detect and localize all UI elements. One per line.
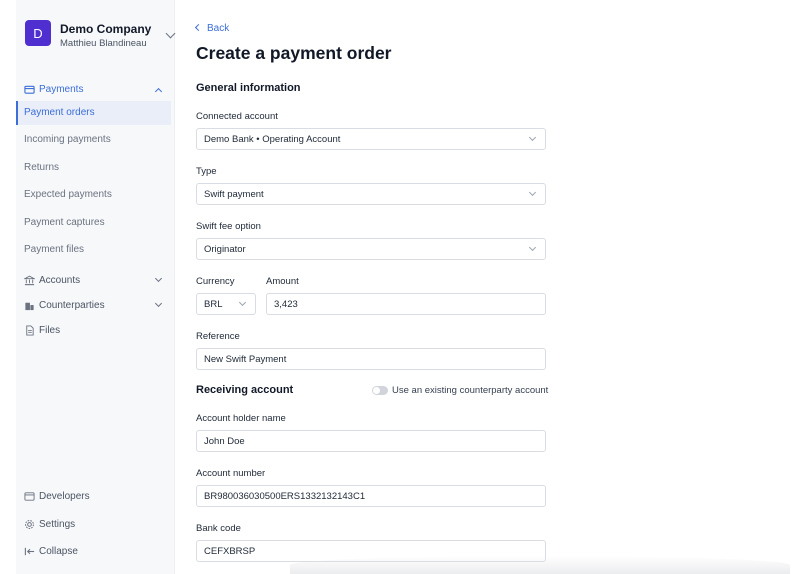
holder-name-value: John Doe [204,436,245,447]
currency-value: BRL [204,299,223,310]
reference-label: Reference [196,331,240,342]
sidebar-group-label: Counterparties [39,300,105,311]
sidebar-item-label: Payment files [24,244,85,255]
swift-fee-value: Originator [204,244,246,255]
amount-value: 3,423 [274,299,298,310]
chevron-left-icon [194,23,203,32]
sidebar-item-label: Returns [24,162,60,173]
toggle-switch[interactable] [372,386,388,395]
payment-order-form: Back Create a payment order General info… [194,0,556,574]
sidebar-group-label: Accounts [39,275,81,286]
sidebar-collapse-button[interactable]: Collapse [16,543,175,563]
sidebar-group-label: Payments [39,84,84,95]
bank-icon [24,275,35,286]
sidebar-item-payment-files[interactable]: Payment files [16,238,171,262]
sidebar-item-label: Payment orders [24,107,95,118]
type-value: Swift payment [204,189,264,200]
file-icon [26,325,34,336]
sidebar-item-payment-captures[interactable]: Payment captures [16,211,171,235]
sidebar-item-expected-payments[interactable]: Expected payments [16,183,171,207]
chevron-down-icon [238,298,247,307]
holder-name-input[interactable]: John Doe [196,430,546,452]
existing-counterparty-toggle[interactable]: Use an existing counterparty account [372,385,548,399]
chevron-down-icon [165,28,176,39]
currency-label: Currency [196,276,235,287]
chevron-down-icon [154,299,163,308]
sidebar-item-returns[interactable]: Returns [16,156,171,180]
building-icon [25,302,34,311]
currency-select[interactable]: BRL [196,293,256,315]
page-title: Create a payment order [196,43,392,63]
chevron-down-icon [154,274,163,283]
amount-label: Amount [266,276,299,287]
sidebar-item-payment-orders[interactable]: Payment orders [16,101,171,125]
holder-label: Account holder name [196,413,286,424]
payments-icon [24,85,35,94]
bank-code-label: Bank code [196,523,241,534]
company-name: Demo Company [60,22,152,36]
reference-value: New Swift Payment [204,354,287,365]
back-link[interactable]: Back [194,23,230,34]
sidebar-item-label: Collapse [39,546,78,557]
sidebar-item-label: Settings [39,519,76,530]
sidebar-group-counterparties[interactable]: Counterparties [16,297,175,317]
sidebar-item-developers[interactable]: Developers [16,488,175,508]
sidebar-group-accounts[interactable]: Accounts [16,272,175,292]
bank-code-value: CEFXBRSP [204,546,256,557]
chevron-down-icon [528,188,537,197]
swift-fee-select[interactable]: Originator [196,238,546,260]
reference-input[interactable]: New Swift Payment [196,348,546,370]
type-select[interactable]: Swift payment [196,183,546,205]
account-number-label: Account number [196,468,266,479]
back-label: Back [207,23,230,34]
company-switcher[interactable]: D Demo Company Matthieu Blandineau [25,20,176,52]
company-avatar: D [25,20,51,46]
company-user: Matthieu Blandineau [60,38,147,49]
sidebar-item-incoming-payments[interactable]: Incoming payments [16,128,171,152]
chevron-down-icon [528,243,537,252]
sidebar-item-label: Expected payments [24,189,112,200]
collapse-icon [24,547,35,556]
sidebar-item-files[interactable]: Files [16,322,175,342]
sidebar-group-payments[interactable]: Payments [16,81,175,101]
sidebar: D Demo Company Matthieu Blandineau Payme… [16,0,176,574]
connected-account-select[interactable]: Demo Bank • Operating Account [196,128,546,150]
connected-account-value: Demo Bank • Operating Account [204,134,341,145]
connected-account-label: Connected account [196,111,278,122]
general-section-heading: General information [196,82,301,94]
sidebar-item-settings[interactable]: Settings [16,516,175,536]
account-number-value: BR980036030500ERS1332132143C1 [204,491,366,502]
chevron-up-icon [154,87,163,96]
sidebar-item-label: Incoming payments [24,134,111,145]
sidebar-item-label: Developers [39,491,90,502]
bottom-shadow [290,556,790,574]
gear-icon [25,520,34,529]
type-label: Type [196,166,217,177]
chevron-down-icon [528,133,537,142]
receiving-section-heading: Receiving account [196,384,294,396]
sidebar-item-label: Files [39,325,61,336]
amount-input[interactable]: 3,423 [266,293,546,315]
toggle-label: Use an existing counterparty account [392,385,549,396]
developers-icon [24,492,35,501]
sidebar-item-label: Payment captures [24,217,105,228]
swift-fee-label: Swift fee option [196,221,261,232]
toggle-knob [373,387,380,394]
account-number-input[interactable]: BR980036030500ERS1332132143C1 [196,485,546,507]
